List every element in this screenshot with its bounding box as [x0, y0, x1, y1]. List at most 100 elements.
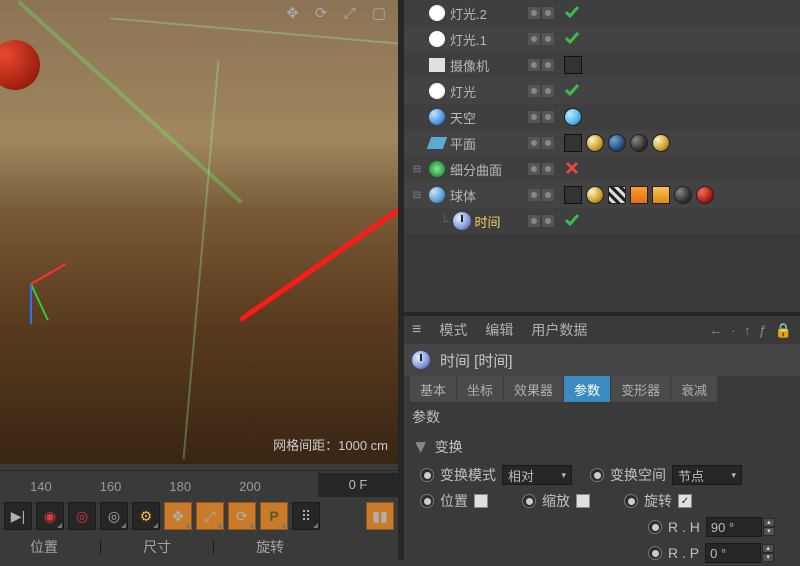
tag-checker[interactable] [608, 186, 626, 204]
menu-icon[interactable]: ≡ [412, 321, 421, 339]
field-rh[interactable]: ▴▾ [706, 517, 775, 537]
spin-up-icon[interactable]: ▴ [763, 518, 775, 527]
object-row[interactable]: 平面 [404, 130, 800, 156]
am-tab-4[interactable]: 变形器 [611, 376, 670, 402]
pos-key-button[interactable]: ✥ [164, 502, 192, 530]
field-rp[interactable]: ▴▾ [705, 543, 774, 563]
checkbox-scale[interactable] [576, 494, 590, 508]
layer-flags[interactable] [528, 33, 558, 45]
checkbox-rotation[interactable]: ✓ [678, 494, 692, 508]
dots-button[interactable]: ⠿ [292, 502, 320, 530]
viewport[interactable]: 网格间距：1000 cm ✥ ⟳ ⤢ ▢ [0, 0, 398, 464]
checkbox-position[interactable] [474, 494, 488, 508]
scale-key-button[interactable]: ⤢ [196, 502, 224, 530]
object-row[interactable]: 天空 [404, 104, 800, 130]
tab-rotation[interactable]: 旋转 [256, 537, 284, 557]
select-transform-mode[interactable]: 相对▾ [502, 465, 572, 485]
disable-cross-icon[interactable] [564, 160, 580, 179]
lock-icon[interactable]: 🔒 [775, 322, 792, 339]
object-row[interactable]: 灯光 [404, 78, 800, 104]
pla-key-button[interactable]: P [260, 502, 288, 530]
object-name[interactable]: 天空 [450, 108, 476, 127]
object-name[interactable]: 摄像机 [450, 56, 489, 75]
key-options-button[interactable]: ◎ [100, 502, 128, 530]
menu-mode[interactable]: 模式 [439, 320, 467, 340]
tag-dark[interactable] [674, 186, 692, 204]
input-rp[interactable] [705, 543, 761, 563]
layer-flags[interactable] [528, 59, 558, 71]
play-end-button[interactable]: ▶| [4, 502, 32, 530]
tag-red[interactable] [696, 186, 714, 204]
enable-check-icon[interactable] [564, 4, 580, 23]
menu-edit[interactable]: 编辑 [485, 320, 513, 340]
tab-size[interactable]: 尺寸 [143, 537, 171, 557]
expand-icon[interactable]: ⊟ [410, 162, 424, 176]
viewport-toolbar[interactable]: ✥ ⟳ ⤢ ▢ [286, 4, 392, 22]
tag-gold[interactable] [586, 134, 604, 152]
am-group-header[interactable]: ▶ 变换 [404, 432, 800, 462]
current-frame-field[interactable]: 0 F [318, 473, 398, 497]
am-tab-3[interactable]: 参数 [564, 376, 610, 402]
am-tab-1[interactable]: 坐标 [457, 376, 503, 402]
key-settings-button[interactable]: ⚙ [132, 502, 160, 530]
input-rh[interactable] [706, 517, 762, 537]
am-tab-5[interactable]: 衰减 [671, 376, 717, 402]
timeline-ruler[interactable]: 140 160 180 200 0 F [0, 470, 398, 498]
am-tab-2[interactable]: 效果器 [504, 376, 563, 402]
nav-up-icon[interactable]: ↑ [744, 322, 751, 338]
object-name[interactable]: 灯光 [450, 82, 476, 101]
spin-up-icon[interactable]: ▴ [762, 544, 774, 553]
radio-scale[interactable] [522, 494, 536, 508]
tag-warn2[interactable] [652, 186, 670, 204]
radio-transform-mode[interactable] [420, 468, 434, 482]
layer-flags[interactable] [528, 137, 558, 149]
tag-warn[interactable] [630, 186, 648, 204]
tag-oct[interactable] [564, 186, 582, 204]
radio-transform-space[interactable] [590, 468, 604, 482]
radio-rp[interactable] [648, 546, 662, 560]
radio-position[interactable] [420, 494, 434, 508]
tag-gold[interactable] [652, 134, 670, 152]
object-row[interactable]: 摄像机 [404, 52, 800, 78]
spin-down-icon[interactable]: ▾ [763, 527, 775, 536]
object-row[interactable]: 灯光.1 [404, 26, 800, 52]
select-transform-space[interactable]: 节点▾ [672, 465, 742, 485]
enable-check-icon[interactable] [564, 30, 580, 49]
coord-tabs[interactable]: 位置 尺寸 旋转 [0, 534, 398, 560]
am-tab-0[interactable]: 基本 [410, 376, 456, 402]
object-name[interactable]: 细分曲面 [450, 160, 502, 179]
layer-flags[interactable] [528, 85, 558, 97]
object-name[interactable]: 灯光.1 [450, 30, 487, 49]
object-name[interactable]: 平面 [450, 134, 476, 153]
film-button[interactable]: ▮▮ [366, 502, 394, 530]
radio-rotation[interactable] [624, 494, 638, 508]
tag-oct[interactable] [564, 134, 582, 152]
object-name[interactable]: 灯光.2 [450, 4, 487, 23]
tag-gold[interactable] [586, 186, 604, 204]
object-name[interactable]: 时间 [475, 212, 501, 231]
expand-icon[interactable]: ⊟ [410, 188, 424, 202]
object-row[interactable]: ⊟ 细分曲面 [404, 156, 800, 182]
layer-flags[interactable] [528, 189, 558, 201]
tab-position[interactable]: 位置 [30, 537, 58, 557]
object-row[interactable]: ⊟ 球体 [404, 182, 800, 208]
object-name[interactable]: 球体 [450, 186, 476, 205]
layer-flags[interactable] [528, 163, 558, 175]
enable-check-icon[interactable] [564, 82, 580, 101]
tag-earth[interactable] [608, 134, 626, 152]
radio-rh[interactable] [648, 520, 662, 534]
object-row[interactable]: 灯光.2 [404, 0, 800, 26]
tag-dark[interactable] [630, 134, 648, 152]
record-button[interactable]: ◉ [36, 502, 64, 530]
function-icon[interactable]: ƒ [759, 322, 767, 338]
rot-key-button[interactable]: ⟳ [228, 502, 256, 530]
layer-flags[interactable] [528, 215, 558, 227]
enable-check-icon[interactable] [564, 212, 580, 231]
object-manager[interactable]: 灯光.2 灯光.1 摄像机灯光天空平面 ⊟ 细分曲面 ⊟ 球体 └时间 [404, 0, 800, 312]
object-row[interactable]: └时间 [404, 208, 800, 234]
layer-flags[interactable] [528, 7, 558, 19]
menu-userdata[interactable]: 用户数据 [531, 320, 587, 340]
tag-oct[interactable] [564, 56, 582, 74]
tag-cyan[interactable] [564, 108, 582, 126]
axis-gizmo[interactable] [10, 244, 80, 324]
